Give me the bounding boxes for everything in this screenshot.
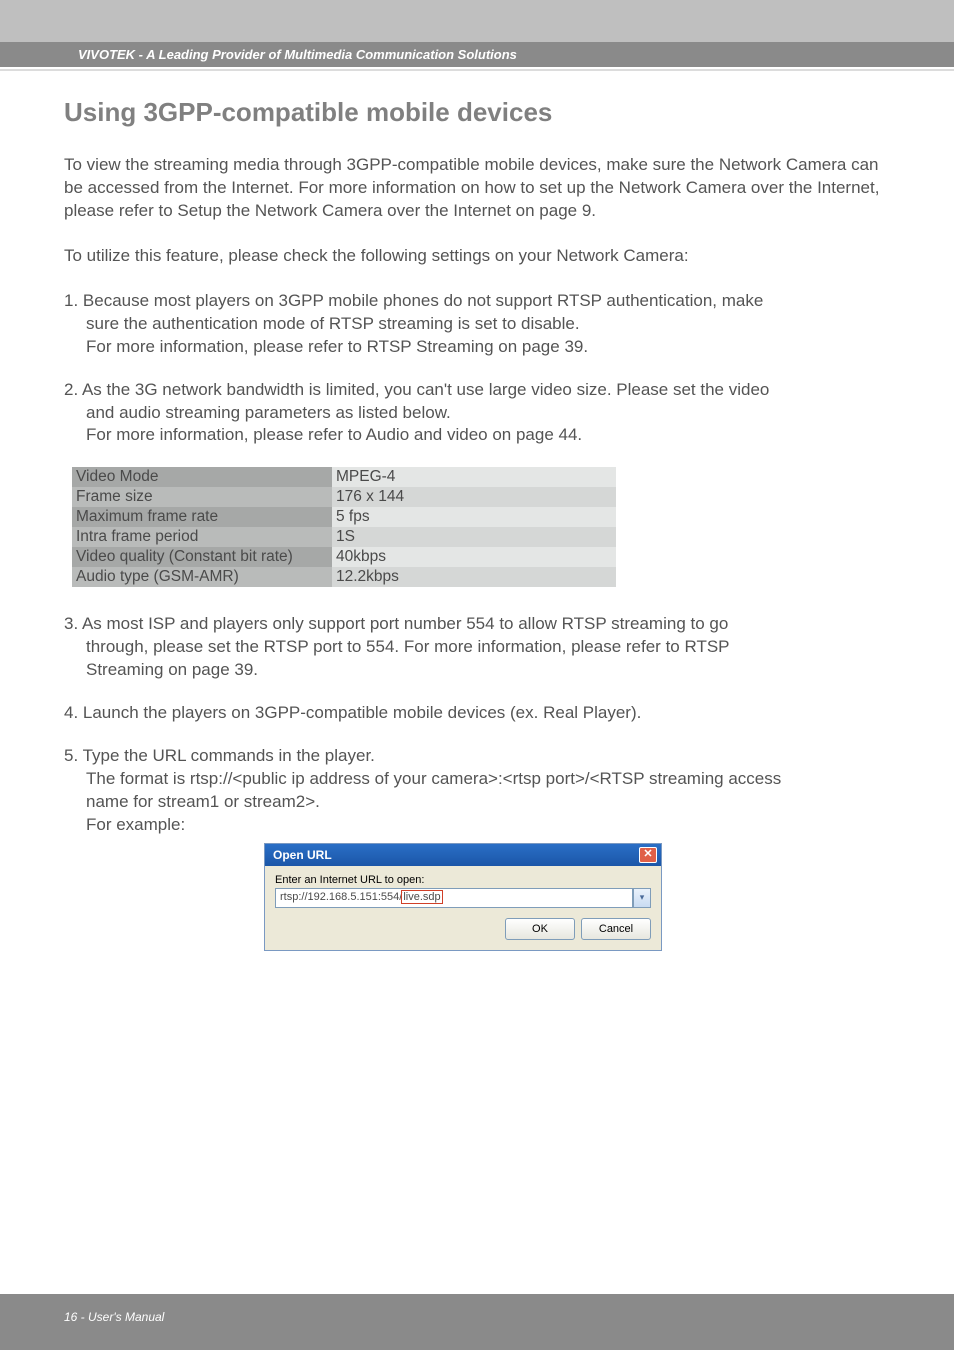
step-5-line3: name for stream1 or stream2>. bbox=[64, 791, 894, 814]
setting-label: Maximum frame rate bbox=[72, 507, 332, 527]
dialog-screenshot: Open URL ✕ Enter an Internet URL to open… bbox=[264, 843, 894, 951]
setting-label: Video Mode bbox=[72, 467, 332, 487]
dropdown-icon[interactable]: ▾ bbox=[633, 888, 651, 908]
step-1: 1. Because most players on 3GPP mobile p… bbox=[64, 290, 894, 359]
step-3-line1: 3. As most ISP and players only support … bbox=[64, 614, 728, 633]
setting-value: 5 fps bbox=[332, 507, 616, 527]
intro-paragraph: To view the streaming media through 3GPP… bbox=[64, 154, 894, 223]
setting-value: 1S bbox=[332, 527, 616, 547]
dialog-label: Enter an Internet URL to open: bbox=[275, 874, 651, 886]
url-prefix-text: rtsp://192.168.5.151:554/ bbox=[280, 891, 402, 903]
dialog-body: Enter an Internet URL to open: rtsp://19… bbox=[265, 866, 661, 950]
setting-value: 12.2kbps bbox=[332, 567, 616, 587]
page-content: Using 3GPP-compatible mobile devices To … bbox=[0, 71, 954, 951]
section-title: Using 3GPP-compatible mobile devices bbox=[64, 97, 894, 128]
url-input[interactable]: rtsp://192.168.5.151:554/live.sdp bbox=[275, 888, 633, 908]
setting-label: Frame size bbox=[72, 487, 332, 507]
settings-table: Video Mode MPEG-4 Frame size 176 x 144 M… bbox=[72, 467, 616, 587]
footer-page-number: 16 - User's Manual bbox=[64, 1310, 164, 1324]
cancel-button[interactable]: Cancel bbox=[581, 918, 651, 940]
step-5-line1: 5. Type the URL commands in the player. bbox=[64, 746, 375, 765]
dialog-input-row: rtsp://192.168.5.151:554/live.sdp ▾ bbox=[275, 888, 651, 908]
setting-value: 176 x 144 bbox=[332, 487, 616, 507]
table-row: Maximum frame rate 5 fps bbox=[72, 507, 616, 527]
step-5: 5. Type the URL commands in the player. … bbox=[64, 745, 894, 837]
header-band: VIVOTEK - A Leading Provider of Multimed… bbox=[0, 42, 954, 67]
step-4-text: 4. Launch the players on 3GPP-compatible… bbox=[64, 703, 641, 722]
url-highlight-text: live.sdp bbox=[401, 890, 442, 904]
utilize-paragraph: To utilize this feature, please check th… bbox=[64, 245, 894, 268]
step-1-line3: For more information, please refer to RT… bbox=[64, 336, 894, 359]
table-row: Audio type (GSM-AMR) 12.2kbps bbox=[72, 567, 616, 587]
step-2-line2: and audio streaming parameters as listed… bbox=[64, 402, 894, 425]
step-2: 2. As the 3G network bandwidth is limite… bbox=[64, 379, 894, 448]
setting-label: Video quality (Constant bit rate) bbox=[72, 547, 332, 567]
step-3-line2: through, please set the RTSP port to 554… bbox=[64, 636, 894, 659]
table-row: Video quality (Constant bit rate) 40kbps bbox=[72, 547, 616, 567]
step-3: 3. As most ISP and players only support … bbox=[64, 613, 894, 682]
step-3-line3: Streaming on page 39. bbox=[64, 659, 894, 682]
step-4: 4. Launch the players on 3GPP-compatible… bbox=[64, 702, 894, 725]
dialog-title: Open URL bbox=[273, 848, 332, 862]
step-2-line3: For more information, please refer to Au… bbox=[64, 424, 894, 447]
top-gray-band bbox=[0, 0, 954, 42]
setting-label: Intra frame period bbox=[72, 527, 332, 547]
setting-value: MPEG-4 bbox=[332, 467, 616, 487]
step-1-line1: 1. Because most players on 3GPP mobile p… bbox=[64, 291, 763, 310]
close-icon[interactable]: ✕ bbox=[639, 847, 657, 863]
step-5-line4: For example: bbox=[64, 814, 894, 837]
table-row: Frame size 176 x 144 bbox=[72, 487, 616, 507]
table-row: Video Mode MPEG-4 bbox=[72, 467, 616, 487]
dialog-buttons: OK Cancel bbox=[275, 918, 651, 940]
step-1-line2: sure the authentication mode of RTSP str… bbox=[64, 313, 894, 336]
setting-label: Audio type (GSM-AMR) bbox=[72, 567, 332, 587]
header-tagline: VIVOTEK - A Leading Provider of Multimed… bbox=[78, 47, 517, 62]
step-5-line2: The format is rtsp://<public ip address … bbox=[64, 768, 894, 791]
table-row: Intra frame period 1S bbox=[72, 527, 616, 547]
ok-button[interactable]: OK bbox=[505, 918, 575, 940]
step-2-line1: 2. As the 3G network bandwidth is limite… bbox=[64, 380, 769, 399]
setting-value: 40kbps bbox=[332, 547, 616, 567]
dialog-titlebar: Open URL ✕ bbox=[265, 844, 661, 866]
open-url-dialog: Open URL ✕ Enter an Internet URL to open… bbox=[264, 843, 662, 951]
